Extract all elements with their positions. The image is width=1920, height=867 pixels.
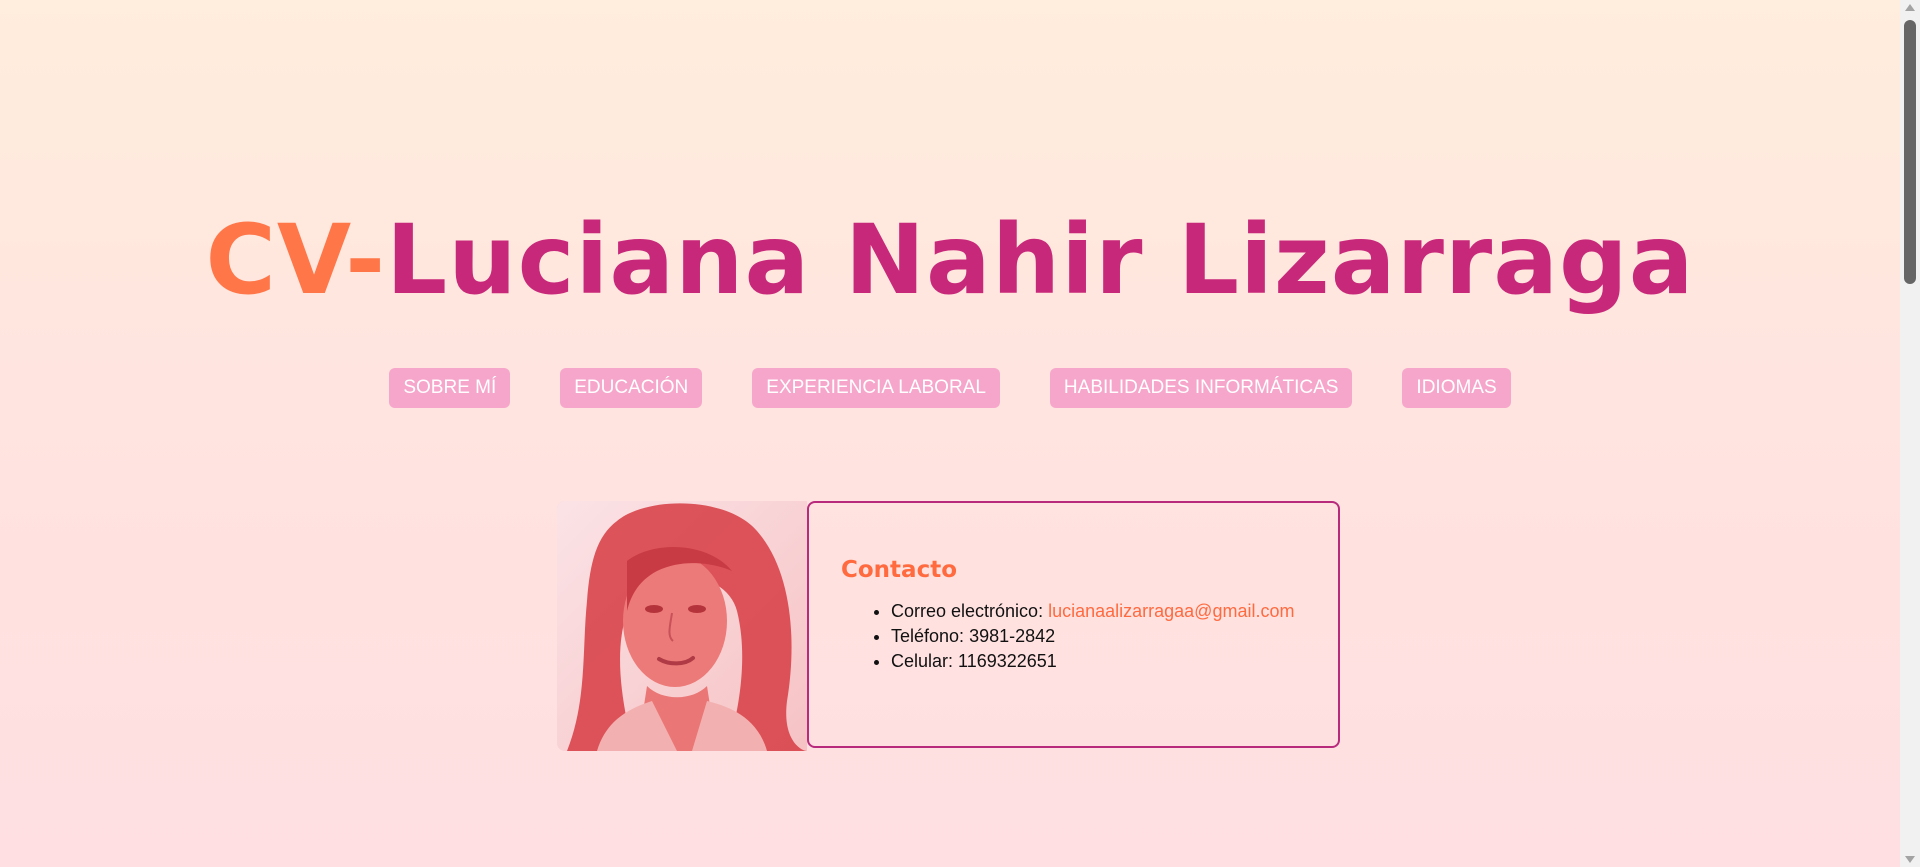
nav-button-habilidades-informaticas[interactable]: HABILIDADES INFORMÁTICAS xyxy=(1049,368,1353,408)
contact-list: Correo electrónico: lucianaalizarragaa@g… xyxy=(841,599,1306,674)
profile-photo xyxy=(557,501,807,751)
contact-email-link[interactable]: lucianaalizarragaa@gmail.com xyxy=(1048,601,1294,621)
contact-title: Contacto xyxy=(841,557,957,583)
page: CV-Luciana Nahir Lizarraga SOBRE MÍ EDUC… xyxy=(0,0,1900,867)
contact-phone-label: Teléfono: xyxy=(891,626,965,646)
profile-photo-illustration xyxy=(557,501,807,751)
nav-button-experiencia-laboral[interactable]: EXPERIENCIA LABORAL xyxy=(752,368,1000,408)
title-prefix: CV- xyxy=(205,204,387,316)
page-title: CV-Luciana Nahir Lizarraga xyxy=(0,205,1900,315)
nav-button-educacion[interactable]: EDUCACIÓN xyxy=(560,368,703,408)
scroll-up-arrow-icon[interactable] xyxy=(1905,4,1915,11)
nav-button-sobre-mi[interactable]: SOBRE MÍ xyxy=(389,368,511,408)
contact-mobile-item: Celular: 1169322651 xyxy=(891,649,1306,674)
vertical-scrollbar[interactable] xyxy=(1900,0,1920,867)
scroll-down-arrow-icon[interactable] xyxy=(1905,856,1915,863)
contact-phone-value: 3981-2842 xyxy=(969,626,1056,646)
nav-button-idiomas[interactable]: IDIOMAS xyxy=(1402,368,1511,408)
scrollbar-thumb[interactable] xyxy=(1904,20,1916,284)
contact-mobile-value: 1169322651 xyxy=(958,651,1057,671)
contact-email-item: Correo electrónico: lucianaalizarragaa@g… xyxy=(891,599,1306,624)
contact-email-label: Correo electrónico: xyxy=(891,601,1044,621)
contact-card: Contacto Correo electrónico: lucianaaliz… xyxy=(807,501,1340,748)
contact-phone-item: Teléfono: 3981-2842 xyxy=(891,624,1306,649)
title-name: Luciana Nahir Lizarraga xyxy=(386,204,1695,316)
contact-mobile-label: Celular: xyxy=(891,651,954,671)
main-nav: SOBRE MÍ EDUCACIÓN EXPERIENCIA LABORAL H… xyxy=(0,368,1900,408)
